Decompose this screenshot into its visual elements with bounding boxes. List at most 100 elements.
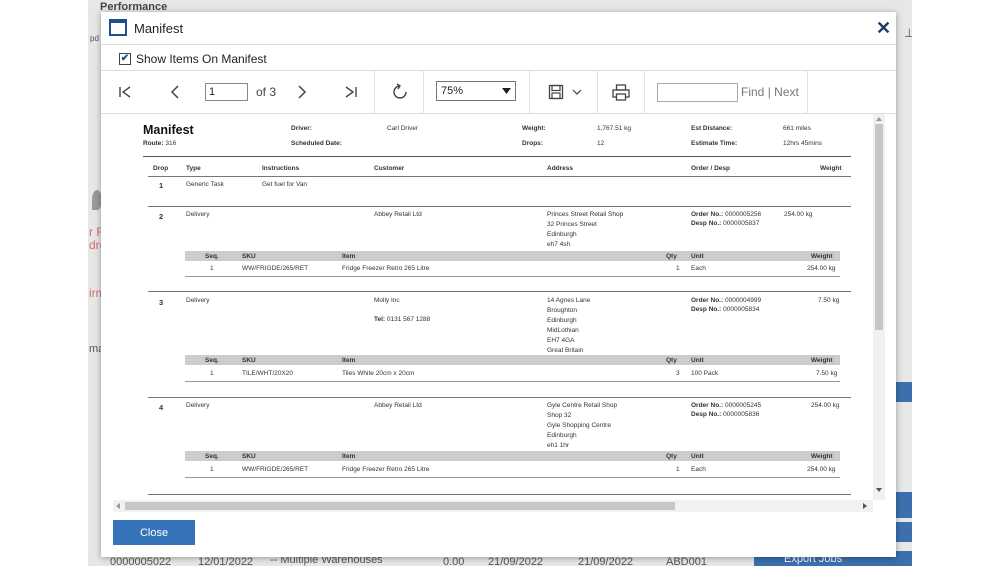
refresh-icon[interactable]: [388, 71, 412, 113]
vertical-scrollbar[interactable]: [873, 114, 885, 500]
order-no-label: Order No.:: [691, 211, 724, 218]
toolbar-divider: [529, 71, 530, 113]
drop-type: Delivery: [186, 211, 210, 218]
order-no-value: 0000005256: [724, 211, 762, 218]
page-number-input[interactable]: 1: [205, 83, 248, 101]
est-time-value: 12hrs 45mins: [783, 140, 823, 147]
last-page-icon[interactable]: [339, 71, 363, 113]
drops-value: 12: [597, 140, 605, 147]
col-header-weight: Weight: [820, 165, 842, 172]
driver-label: Driver:: [291, 125, 312, 132]
item-weight: 7.50 kg: [816, 370, 838, 377]
scroll-down-icon[interactable]: [873, 486, 885, 494]
item-col-seq: Seq.: [205, 453, 219, 460]
order-no: Order No.: 0000005256: [691, 211, 761, 218]
item-col-weight: Weight: [811, 453, 833, 460]
item-col-item: Item: [342, 453, 356, 460]
checkbox-check-icon[interactable]: ✔: [119, 53, 131, 65]
item-unit: 100 Pack: [691, 370, 719, 377]
drop-separator: [148, 206, 851, 207]
item-col-item: Item: [342, 357, 356, 364]
desp-no-label: Desp No.:: [691, 306, 722, 313]
item-seq: 1: [210, 370, 214, 377]
next-page-icon[interactable]: [290, 71, 314, 113]
bg-row-cell: 21/09/2022: [578, 556, 634, 566]
next-link[interactable]: Next: [774, 85, 799, 99]
bg-side-text: pd: [90, 34, 99, 43]
item-sku: WW/FRIGDE/265/RET: [242, 265, 309, 272]
drop-number: 3: [159, 298, 164, 307]
print-icon[interactable]: [609, 71, 633, 113]
save-icon: [548, 84, 564, 100]
drop-number: 4: [159, 403, 164, 412]
item-unit: Each: [691, 265, 706, 272]
drop-address-line: Edinburgh: [547, 231, 577, 238]
item-seq: 1: [210, 466, 214, 473]
drop-address-line: 14 Agnes Lane: [547, 297, 591, 304]
item-col-qty: Qty: [666, 453, 677, 460]
item-header: Seq. SKU Item Qty Unit Weight: [185, 451, 840, 461]
drop-address-line: Great Britain: [547, 347, 584, 354]
tel-value: 0131 567 1288: [386, 316, 431, 323]
column-header-rule: [148, 176, 851, 177]
horizontal-scroll-thumb[interactable]: [125, 502, 675, 510]
bg-row-cell: 12/01/2022: [198, 556, 254, 566]
toolbar-divider: [807, 71, 808, 113]
toolbar-divider: [423, 71, 424, 113]
item-qty: 1: [676, 265, 680, 272]
col-header-instructions: Instructions: [262, 165, 300, 172]
drop-instructions: Get fuel for Van: [262, 181, 308, 188]
item-weight: 254.00 kg: [807, 466, 836, 473]
scheduled-date-label: Scheduled Date:: [291, 140, 342, 147]
item-sku: WW/FRIGDE/265/RET: [242, 466, 309, 473]
item-rule: [185, 276, 840, 277]
item-weight: 254.00 kg: [807, 265, 836, 272]
item-rule: [185, 477, 840, 478]
item-rule: [185, 381, 840, 382]
weight-label: Weight:: [522, 125, 546, 132]
show-items-label: Show Items On Manifest: [136, 52, 267, 66]
chevron-down-icon: [502, 88, 511, 94]
item-col-sku: SKU: [242, 357, 256, 364]
vertical-scroll-thumb[interactable]: [875, 124, 883, 330]
export-save-button[interactable]: [545, 71, 585, 113]
scroll-right-icon[interactable]: [861, 500, 869, 512]
drop-customer: Abbey Retail Ltd: [374, 211, 422, 218]
zoom-value: 75%: [441, 85, 464, 97]
scroll-up-icon[interactable]: [873, 115, 885, 123]
desp-no-label: Desp No.:: [691, 220, 722, 227]
drop-number: 2: [159, 212, 164, 221]
find-next-group: Find | Next: [741, 85, 799, 99]
toolbar-divider: [374, 71, 375, 113]
pin-icon[interactable]: ⊥: [904, 26, 912, 40]
item-col-sku: SKU: [242, 253, 256, 260]
item-col-seq: Seq.: [205, 253, 219, 260]
previous-page-icon[interactable]: [163, 71, 187, 113]
dialog-titlebar: Manifest ✕: [101, 12, 896, 45]
find-input[interactable]: [657, 83, 738, 102]
drop-address-line: Princes Street Retail Shop: [547, 211, 624, 218]
drop-customer: Abbey Retail Ltd: [374, 402, 422, 409]
item-qty: 3: [676, 370, 680, 377]
first-page-icon[interactable]: [113, 71, 137, 113]
chevron-down-icon: [572, 89, 582, 95]
zoom-select[interactable]: 75%: [436, 81, 516, 101]
show-items-checkbox[interactable]: ✔ Show Items On Manifest: [119, 52, 267, 66]
find-link[interactable]: Find: [741, 85, 764, 99]
drop-separator: [148, 494, 851, 495]
drop-customer: Molly Inc: [374, 297, 400, 304]
drop-telephone: Tel: 0131 567 1288: [374, 316, 430, 323]
col-header-drop: Drop: [153, 165, 169, 172]
item-name: Fridge Freezer Retro 265 Litre: [342, 265, 430, 272]
scroll-left-icon[interactable]: [114, 500, 122, 512]
weight-value: 1,767.51 kg: [597, 125, 631, 132]
bg-row-cell: 0.00: [443, 556, 465, 566]
horizontal-scrollbar[interactable]: [113, 500, 873, 512]
item-col-unit: Unit: [691, 357, 704, 364]
close-icon[interactable]: ✕: [876, 18, 891, 39]
toolbar-divider: [644, 71, 645, 113]
bg-row-cell: 21/09/2022: [488, 556, 544, 566]
drop-address-line: Gyle Centre Retail Shop: [547, 402, 618, 409]
close-button[interactable]: Close: [113, 520, 195, 545]
order-no: Order No.: 0000004999: [691, 297, 761, 304]
